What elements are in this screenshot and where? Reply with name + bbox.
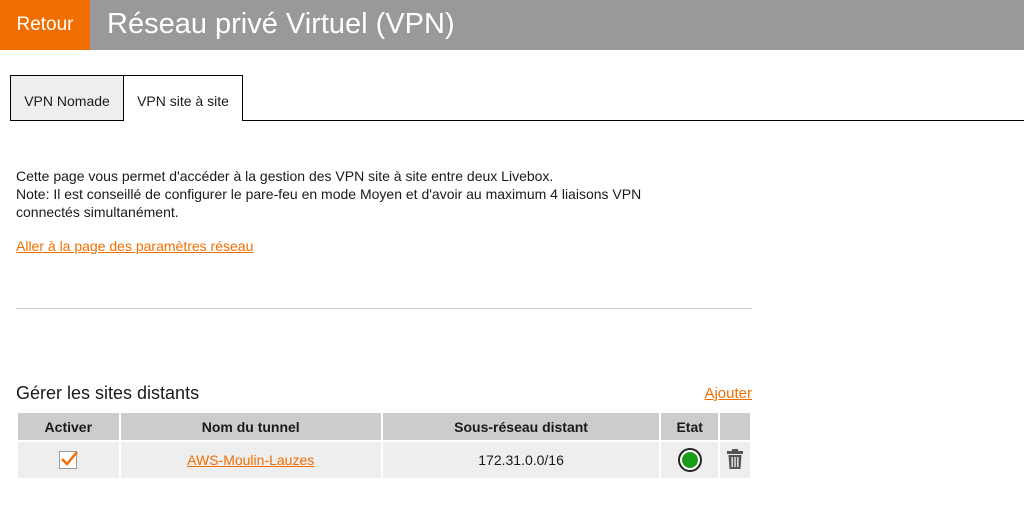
column-header-actions (720, 413, 750, 440)
checkmark-icon (61, 451, 79, 466)
trash-icon[interactable] (726, 448, 744, 473)
divider (16, 308, 752, 309)
tab-vpn-nomade[interactable]: VPN Nomade (10, 75, 124, 121)
status-connected-icon (679, 450, 700, 470)
page-title: Réseau privé Virtuel (VPN) (107, 8, 455, 40)
cell-status (661, 440, 719, 478)
intro-line: Cette page vous permet d'accéder à la ge… (16, 168, 554, 184)
intro-line: Note: Il est conseillé de configurer le … (16, 186, 642, 202)
cell-tunnel-name: AWS-Moulin-Lauzes (120, 440, 381, 478)
column-header-activer: Activer (18, 413, 119, 440)
intro-line: connectés simultanément. (16, 204, 179, 220)
network-settings-link[interactable]: Aller à la page des paramètres réseau (16, 238, 253, 254)
cell-subnet: 172.31.0.0/16 (382, 440, 660, 478)
intro-text: Cette page vous permet d'accéder à la ge… (16, 167, 716, 221)
header-bar: Retour Réseau privé Virtuel (VPN) (0, 0, 1024, 50)
sites-section-title: Gérer les sites distants (16, 383, 200, 403)
column-header-sous-reseau: Sous-réseau distant (382, 413, 660, 440)
column-header-etat: Etat (661, 413, 719, 440)
back-button[interactable]: Retour (0, 0, 90, 50)
add-site-link[interactable]: Ajouter (704, 385, 752, 402)
table-row: AWS-Moulin-Lauzes 172.31.0.0/16 (18, 440, 750, 478)
table-header-row: Activer Nom du tunnel Sous-réseau distan… (18, 413, 750, 440)
activate-checkbox[interactable] (59, 451, 79, 470)
cell-actions (720, 440, 750, 478)
tab-vpn-site-a-site[interactable]: VPN site à site (123, 75, 243, 121)
sites-table: Activer Nom du tunnel Sous-réseau distan… (16, 413, 752, 478)
cell-activer (18, 440, 119, 478)
tunnel-name-link[interactable]: AWS-Moulin-Lauzes (187, 452, 314, 468)
column-header-nom-tunnel: Nom du tunnel (120, 413, 381, 440)
